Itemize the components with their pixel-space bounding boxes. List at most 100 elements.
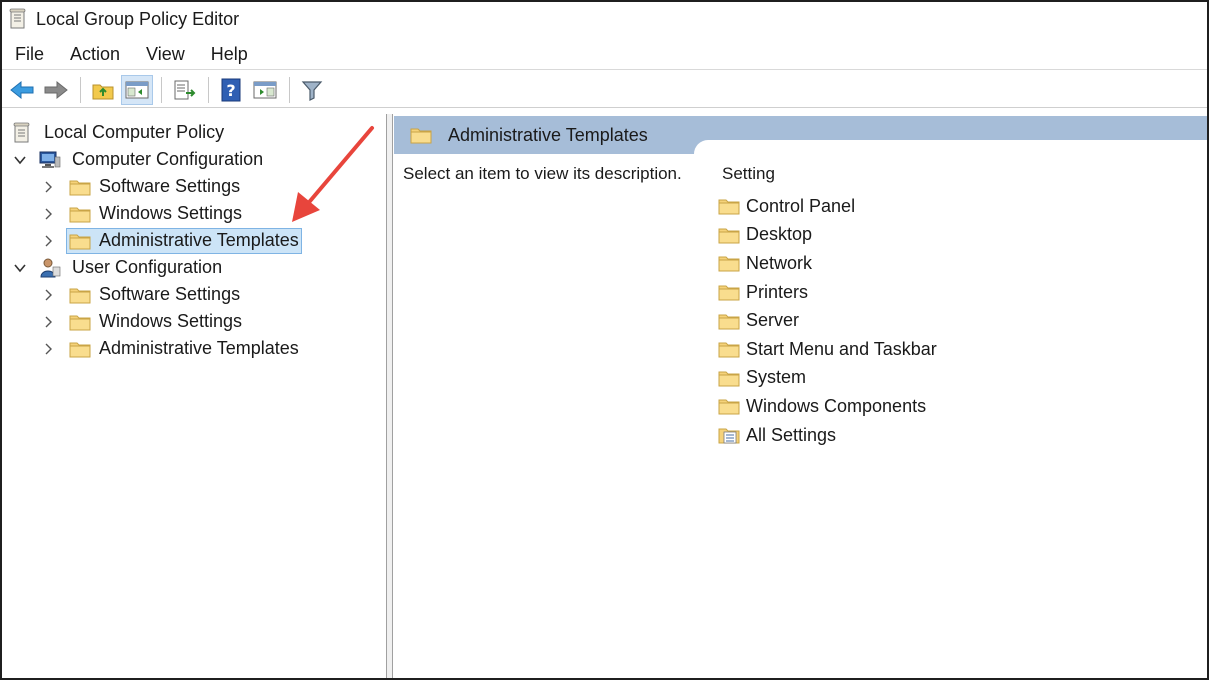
folder-icon — [69, 207, 91, 222]
folder-icon — [718, 371, 740, 387]
list-item[interactable]: Printers — [718, 278, 937, 307]
action-pane-icon — [253, 81, 277, 98]
policy-editor-icon — [9, 8, 26, 29]
folder-icon — [69, 315, 91, 330]
folder-icon — [718, 342, 740, 358]
list-item[interactable]: Windows Components — [718, 392, 937, 421]
app-window: Local Group Policy Editor File Action Vi… — [0, 0, 1209, 680]
help-button[interactable]: ? — [215, 75, 247, 105]
list-item-label: Control Panel — [746, 195, 856, 216]
folder-icon — [69, 288, 91, 303]
menu-bar: File Action View Help — [2, 38, 1207, 70]
folder-icon — [69, 234, 91, 249]
details-pane: Administrative Templates Select an item … — [394, 114, 1207, 678]
console-tree: Local Computer Policy Computer Configura… — [2, 114, 387, 678]
folder-icon — [718, 285, 740, 301]
folder-icon — [69, 342, 91, 357]
chevron-right-icon[interactable] — [40, 341, 56, 357]
folder-icon — [718, 228, 740, 244]
window-title: Local Group Policy Editor — [36, 8, 240, 29]
list-item[interactable]: Server — [718, 306, 937, 335]
user-icon — [40, 258, 61, 277]
list-item-label: Server — [746, 310, 800, 331]
list-item-label: All Settings — [746, 424, 837, 445]
tree-node-user-windows-settings[interactable]: Windows Settings — [40, 308, 245, 335]
tree-node-computer-configuration[interactable]: Computer Configuration — [12, 146, 267, 173]
menu-action[interactable]: Action — [57, 39, 133, 69]
tree-label: Windows Settings — [99, 203, 243, 223]
list-item-label: Network — [746, 252, 813, 273]
tree-label: Local Computer Policy — [44, 122, 225, 142]
export-list-button[interactable] — [168, 75, 200, 105]
tree-node-computer-administrative-templates[interactable]: Administrative Templates — [40, 227, 302, 254]
pane-splitter[interactable] — [387, 114, 393, 678]
list-item-label: Start Menu and Taskbar — [746, 338, 937, 359]
folder-icon — [718, 399, 740, 415]
computer-icon — [39, 151, 61, 168]
tree-node-computer-software-settings[interactable]: Software Settings — [40, 173, 243, 200]
tree-node-user-configuration[interactable]: User Configuration — [12, 254, 226, 281]
show-hide-action-pane-button[interactable] — [249, 75, 281, 105]
menu-file[interactable]: File — [2, 39, 57, 69]
filter-icon — [301, 80, 323, 101]
tree-node-user-administrative-templates[interactable]: Administrative Templates — [40, 335, 302, 362]
menu-view[interactable]: View — [133, 39, 198, 69]
toolbar-separator — [161, 76, 162, 103]
folder-icon — [718, 256, 740, 272]
folder-icon — [718, 199, 740, 215]
list-item-label: System — [746, 367, 807, 388]
chevron-down-icon[interactable] — [12, 152, 28, 168]
svg-text:?: ? — [226, 81, 235, 100]
toolbar-separator — [208, 76, 209, 103]
tree-label: User Configuration — [72, 257, 223, 277]
tree-label: Software Settings — [99, 284, 241, 304]
details-header-title: Administrative Templates — [448, 124, 648, 145]
forward-button[interactable] — [40, 75, 72, 105]
show-hide-console-tree-button[interactable] — [121, 74, 153, 105]
description-text: Select an item to view its description. — [403, 164, 682, 183]
list-item[interactable]: Start Menu and Taskbar — [718, 335, 937, 364]
tree-label: Software Settings — [99, 176, 241, 196]
list-item[interactable]: Control Panel — [718, 192, 937, 221]
list-item-label: Printers — [746, 281, 809, 302]
menu-help[interactable]: Help — [198, 39, 261, 69]
tree-label: Computer Configuration — [72, 149, 264, 169]
list-item-label: Desktop — [746, 224, 813, 245]
chevron-right-icon[interactable] — [40, 314, 56, 330]
list-item[interactable]: Network — [718, 249, 937, 278]
console-tree-icon — [125, 81, 149, 98]
back-button[interactable] — [6, 75, 38, 105]
help-icon: ? — [221, 78, 241, 101]
tree-node-local-computer-policy[interactable]: Local Computer Policy — [10, 119, 228, 146]
list-item[interactable]: System — [718, 364, 937, 393]
title-bar: Local Group Policy Editor — [2, 2, 1207, 36]
toolbar-separator — [289, 76, 290, 103]
header-curve — [694, 140, 1207, 156]
up-one-level-button[interactable] — [87, 75, 119, 105]
tree-node-computer-windows-settings[interactable]: Windows Settings — [40, 200, 245, 227]
chevron-right-icon[interactable] — [40, 179, 56, 195]
forward-icon — [44, 80, 68, 99]
list-item[interactable]: Desktop — [718, 221, 937, 250]
list-item-label: Windows Components — [746, 395, 927, 416]
tree-node-user-software-settings[interactable]: Software Settings — [40, 281, 243, 308]
folder-icon — [410, 128, 432, 144]
folder-icon — [69, 180, 91, 195]
all-settings-icon — [718, 428, 740, 444]
toolbar: ? — [2, 72, 1207, 108]
tree-label: Administrative Templates — [99, 338, 299, 358]
column-header-setting[interactable]: Setting — [722, 164, 775, 184]
filter-button[interactable] — [296, 75, 328, 105]
chevron-right-icon[interactable] — [40, 233, 56, 249]
export-list-icon — [174, 80, 196, 99]
chevron-right-icon[interactable] — [40, 206, 56, 222]
list-item[interactable]: All Settings — [718, 421, 937, 450]
toolbar-separator — [80, 76, 81, 103]
back-icon — [10, 80, 34, 99]
tree-label: Administrative Templates — [99, 230, 299, 250]
details-header: Administrative Templates — [394, 116, 714, 154]
settings-list: Control Panel Desktop Network Printers S… — [718, 192, 937, 449]
folder-icon — [718, 314, 740, 330]
chevron-right-icon[interactable] — [40, 287, 56, 303]
chevron-down-icon[interactable] — [12, 260, 28, 276]
